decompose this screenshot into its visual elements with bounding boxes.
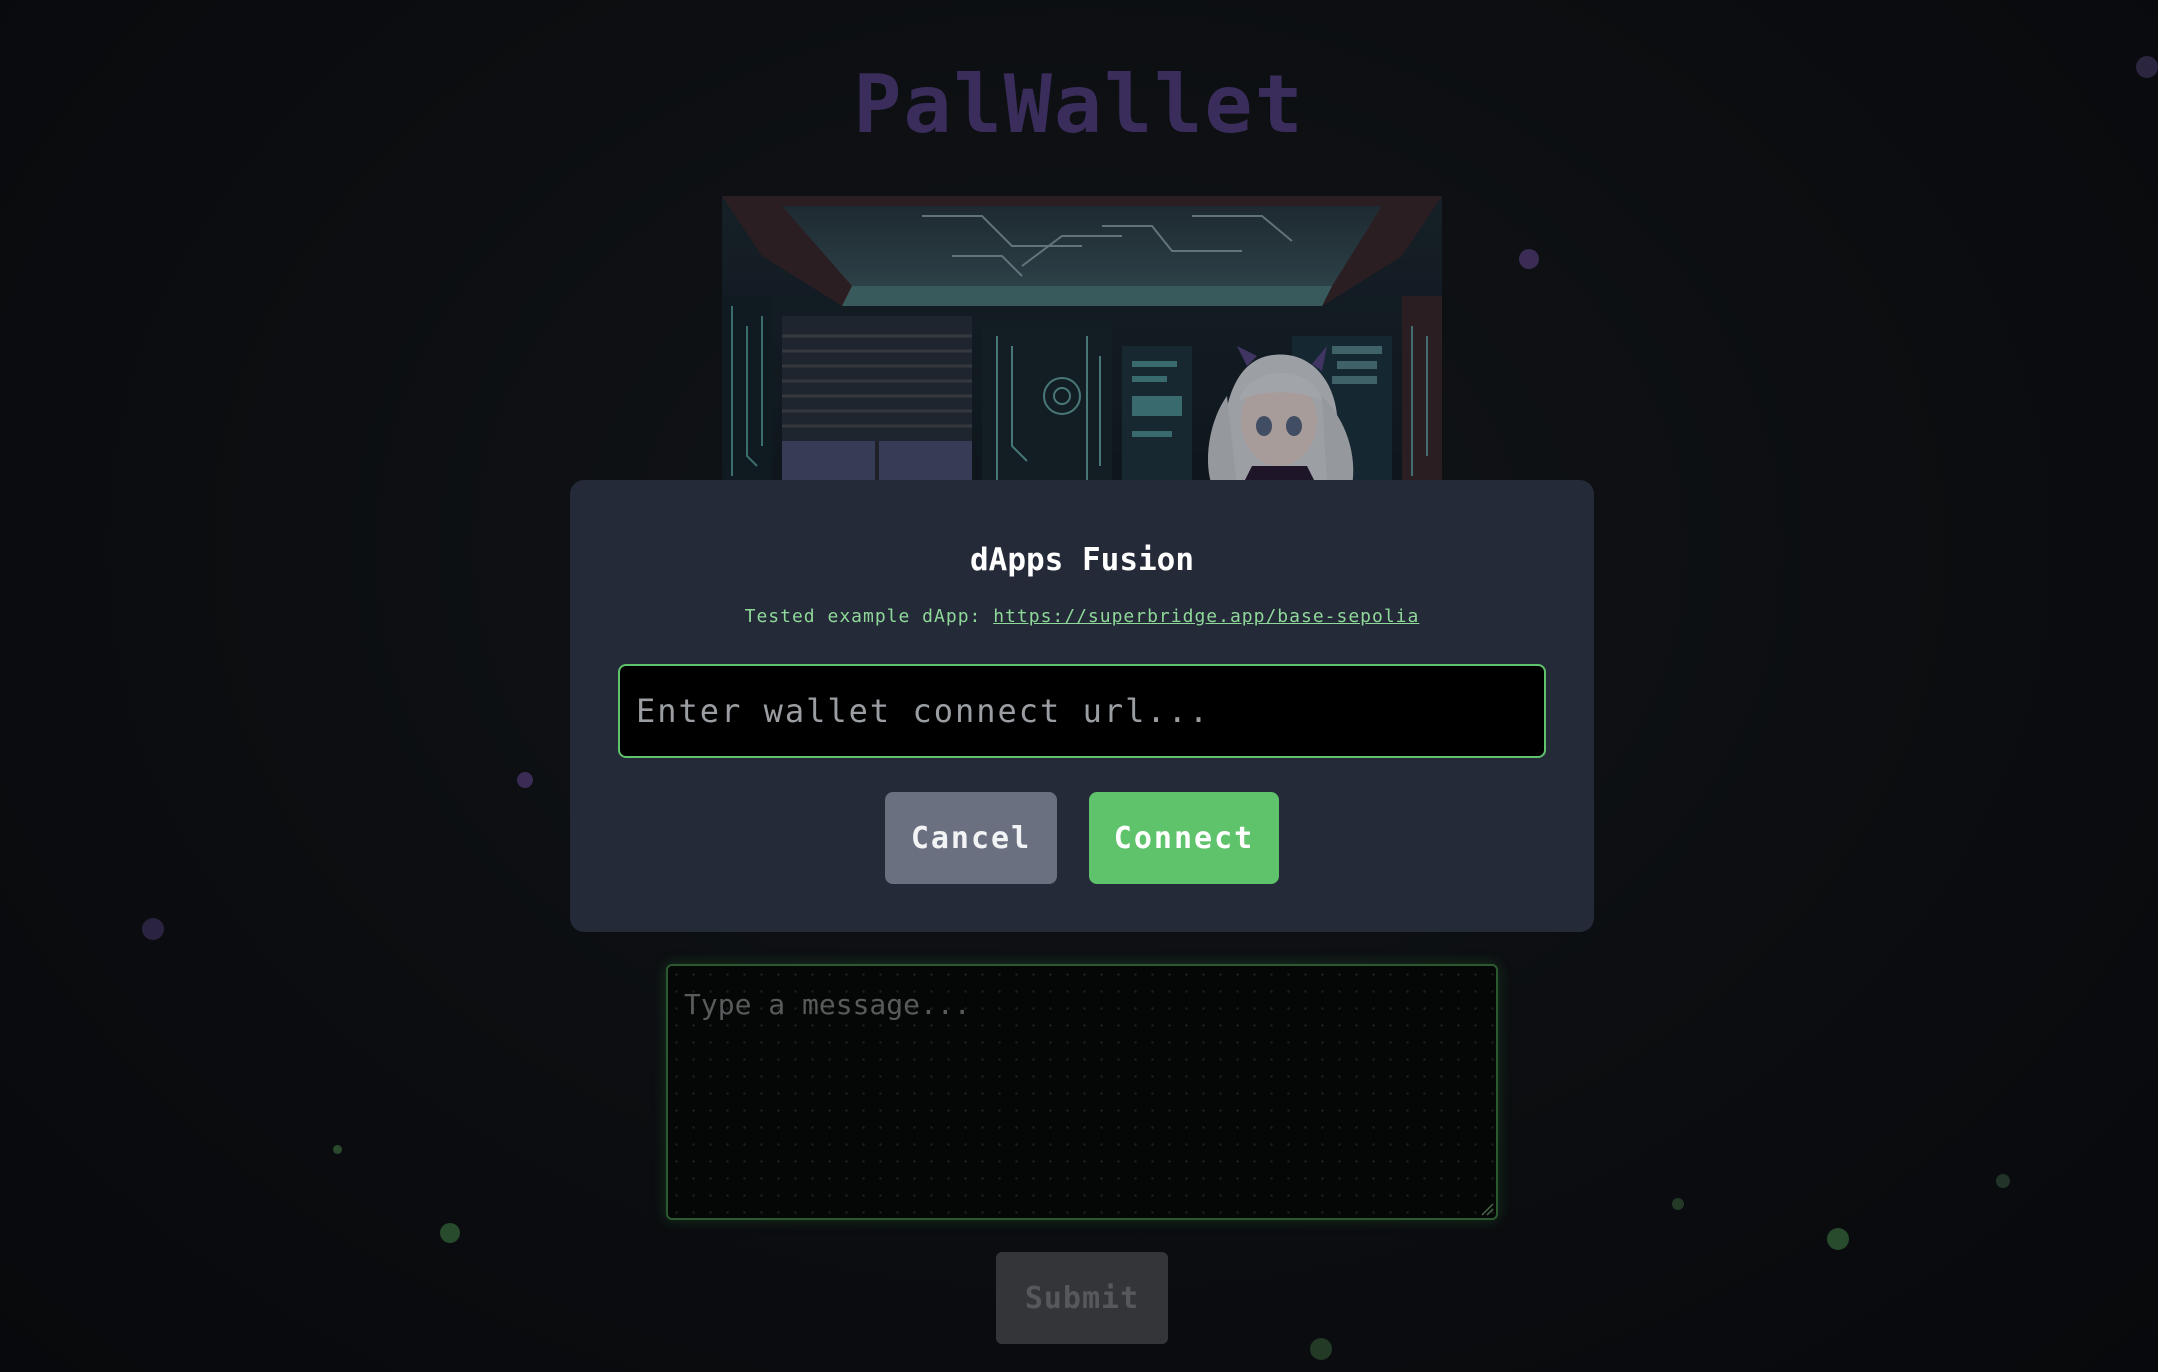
background-particle — [142, 918, 164, 940]
resize-grip-icon[interactable] — [1480, 1202, 1494, 1216]
example-dapp-link[interactable]: https://superbridge.app/base-sepolia — [993, 606, 1419, 627]
submit-button[interactable]: Submit — [996, 1252, 1168, 1344]
background-particle — [1996, 1174, 2010, 1188]
background-particle — [1827, 1228, 1849, 1250]
modal-title: dApps Fusion — [970, 542, 1194, 578]
hero-illustration — [722, 196, 1442, 486]
cancel-button[interactable]: Cancel — [885, 792, 1057, 884]
hint-prefix: Tested example dApp: — [744, 606, 982, 627]
message-input[interactable] — [666, 964, 1498, 1220]
background-particle — [1519, 249, 1539, 269]
background-particle — [517, 772, 533, 788]
modal-hint: Tested example dApp: https://superbridge… — [570, 606, 1594, 627]
wallet-connect-url-input[interactable] — [618, 664, 1546, 758]
background-particle — [333, 1145, 342, 1154]
background-particle — [440, 1223, 460, 1243]
dapps-fusion-modal: dApps Fusion Tested example dApp: https:… — [570, 480, 1594, 932]
app-title: PalWallet — [853, 58, 1305, 151]
hero-image — [722, 196, 1442, 486]
background-particle — [1672, 1198, 1684, 1210]
background-particle — [1310, 1338, 1332, 1360]
connect-button[interactable]: Connect — [1089, 792, 1279, 884]
